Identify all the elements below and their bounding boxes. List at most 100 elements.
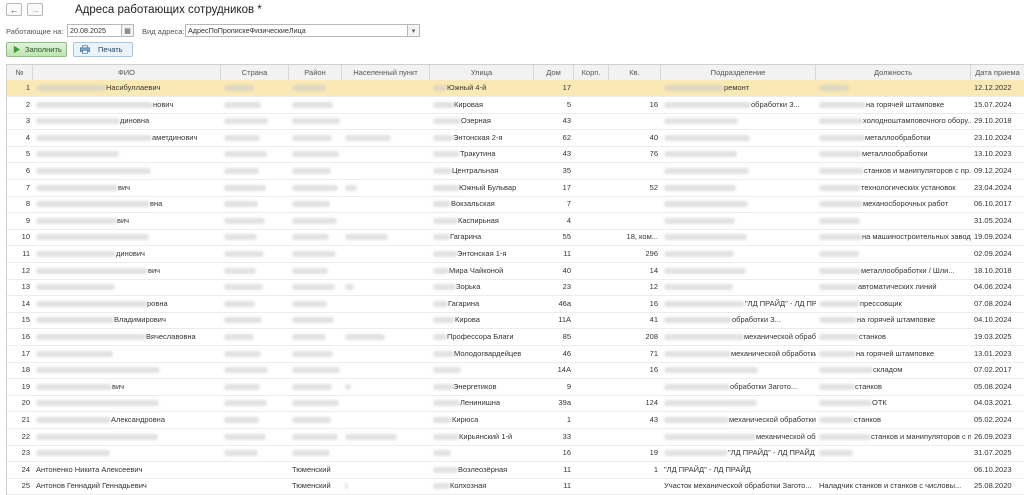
print-button[interactable]: Печать (73, 42, 133, 57)
cell-corp (574, 346, 609, 362)
cell-dept (661, 229, 816, 245)
table-row[interactable]: 14 ровна Гагарина 46а 16 "ЛД ПРАЙД" - ЛД ПРАЙ… (7, 296, 1024, 313)
back-arrow-icon: ← (9, 4, 19, 15)
redacted-block (664, 417, 729, 424)
table-row[interactable]: 20 Ленинишна 39а 124 ОТК 04.03.2021 (7, 395, 1024, 413)
table-row[interactable]: 1 Насибуллаевич Южный 4-й 17 ремонт 12.12.202… (7, 80, 1024, 97)
table-row[interactable]: 11 динович Энтонская 1-я 11 296 02.09.2024 (7, 246, 1024, 263)
cell-district (289, 246, 342, 262)
column-header-9[interactable]: Подразделение (661, 65, 816, 80)
cell-flat: 71 (609, 346, 661, 362)
forward-button[interactable]: → (27, 3, 43, 16)
table-row[interactable]: 4 аметдинович Энтонская 2-я 62 40 металлообра… (7, 130, 1024, 147)
cell-city (342, 445, 430, 461)
column-header-0[interactable]: № (7, 65, 33, 80)
table-row[interactable]: 8 вна Вокзальская 7 механосборочных работ 06.… (7, 196, 1024, 214)
table-row[interactable]: 17 Молодогвардейцев 46 71 механической обраб… (7, 346, 1024, 363)
column-header-2[interactable]: Страна (221, 65, 289, 80)
cell-house: 35 (534, 163, 574, 179)
cell-fio: вна (33, 196, 221, 212)
table-row[interactable]: 15 Владимирович Кирова 11А 41 обработки З... н… (7, 312, 1024, 330)
column-header-3[interactable]: Район (289, 65, 342, 80)
cell-country (221, 246, 289, 262)
cell-date: 07.08.2024 (971, 296, 1024, 312)
column-header-1[interactable]: ФИО (33, 65, 221, 80)
table-row[interactable]: 5 Тракутина 43 76 металлообработки 13.10.2023 (7, 146, 1024, 164)
table-row[interactable]: 22 Кирьянский 1-й 33 механической обработки… (7, 429, 1024, 446)
table-row[interactable]: 6 Центральная 35 станков и манипуляторов с … (7, 163, 1024, 180)
cell-city (342, 429, 430, 445)
column-header-8[interactable]: Кв. (609, 65, 661, 80)
back-button[interactable]: ← (6, 3, 22, 16)
table-row[interactable]: 3 диновна Озерная 43 холодноштамповочного об… (7, 113, 1024, 131)
cell-city (342, 462, 430, 478)
address-type-dropdown-button[interactable]: ▾ (408, 24, 420, 37)
column-header-6[interactable]: Дом (534, 65, 574, 80)
cell-corp (574, 263, 609, 279)
cell-text: 46а (558, 298, 571, 308)
cell-country (221, 113, 289, 129)
cell-text: Каспирьная (458, 215, 499, 225)
date-input[interactable]: 20.08.2025 (67, 24, 122, 37)
filter-bar: Работающие на: 20.08.2025 ▦ Вид адреса: … (0, 24, 1024, 40)
column-header-11[interactable]: Дата приема (971, 65, 1024, 80)
column-header-10[interactable]: Должность (816, 65, 971, 80)
cell-fio: Вячеславовна (33, 329, 221, 345)
cell-country (221, 196, 289, 212)
cell-flat: 52 (609, 180, 661, 196)
table-row[interactable]: 7 вич Южный Бульвар 17 52 технологических уст… (7, 180, 1024, 197)
cell-country (221, 362, 289, 378)
table-row[interactable]: 23 16 19 "ЛД ПРАЙД" - ЛД ПРАЙД 31.07.2025 (7, 445, 1024, 463)
fill-button[interactable]: Заполнить (6, 42, 67, 57)
cell-city (342, 263, 430, 279)
cell-text: 21 (21, 415, 30, 424)
cell-house: 14А (534, 362, 574, 378)
cell-pos: на горячей штамповке (816, 346, 971, 362)
table-row[interactable]: 25 Антонов Геннадий Геннадьевич Тюменский К… (7, 478, 1024, 495)
redacted-block (433, 251, 457, 258)
table-row[interactable]: 9 вич Каспирьная 4 31.05.2024 (7, 213, 1024, 230)
cell-text: 18 (21, 365, 30, 375)
cell-text: 05.02.2024 (974, 415, 1012, 424)
cell-country (221, 395, 289, 411)
cell-date: 23.04.2024 (971, 180, 1024, 196)
cell-fio: аметдинович (33, 130, 221, 146)
cell-dept (661, 196, 816, 212)
column-header-5[interactable]: Улица (430, 65, 534, 80)
redacted-block (433, 483, 450, 490)
cell-text: 29.10.2018 (974, 116, 1012, 126)
cell-district (289, 180, 342, 196)
table-row[interactable]: 18 14А 16 складом 07.02.2017 (7, 362, 1024, 380)
redacted-block (664, 201, 748, 208)
table-row[interactable]: 24 Антоненко Никита Алексеевич Тюменский Во… (7, 462, 1024, 479)
table-row[interactable]: 10 Гагарина 55 18, ком... на машиностроитель… (7, 229, 1024, 247)
cell-text: 22 (21, 431, 30, 441)
table-row[interactable]: 16 Вячеславовна Профессора Благи 85 208 механ… (7, 329, 1024, 346)
cell-street: Мира Чайконой (430, 263, 534, 279)
redacted-block (664, 284, 733, 291)
table-row[interactable]: 21 Александровна Кирюса 1 43 механической обр… (7, 412, 1024, 429)
cell-house: 1 (534, 412, 574, 428)
cell-text: станков (859, 332, 886, 341)
table-row[interactable]: 2 нович Кировая 5 16 обработки З... на горячей… (7, 97, 1024, 114)
redacted-block (36, 267, 148, 274)
redacted-block (819, 234, 862, 241)
cell-flat: 43 (609, 412, 661, 428)
cell-text: Гагарина (450, 232, 482, 242)
redacted-block (292, 201, 330, 208)
column-header-4[interactable]: Населенный пункт (342, 65, 430, 80)
redacted-block (664, 450, 728, 457)
cell-house: 33 (534, 429, 574, 445)
cell-district (289, 296, 342, 312)
table-row[interactable]: 13 Зорька 23 12 автоматических линий 04.06.20… (7, 279, 1024, 297)
table-row[interactable]: 19 вич Энергетиков 9 обработки Загото... стан… (7, 379, 1024, 396)
cell-pos: прессовщик (816, 296, 971, 312)
calendar-button[interactable]: ▦ (122, 24, 134, 37)
cell-text: металлообработки (865, 132, 931, 142)
cell-text: механосборочных работ (863, 199, 949, 209)
cell-pos: складом (816, 362, 971, 378)
column-header-7[interactable]: Корп. (574, 65, 609, 80)
cell-text: 40 (649, 132, 658, 142)
address-type-select[interactable]: АдресПоПропискеФизическиеЛица (185, 24, 408, 37)
table-row[interactable]: 12 вич Мира Чайконой 40 14 металлообработки /… (7, 263, 1024, 280)
